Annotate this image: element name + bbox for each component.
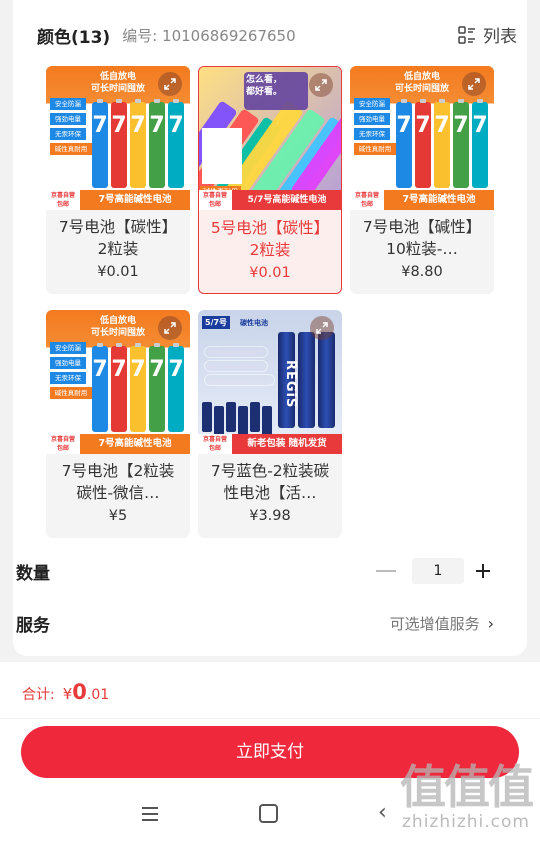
expand-image-icon[interactable] <box>309 73 333 97</box>
sku-option-price: ¥5 <box>108 508 128 524</box>
thumb-tag: 碱性真耐用 <box>50 387 92 399</box>
service-hint-text: 可选增值服务 <box>389 615 480 633</box>
service-row[interactable]: 服务 可选增值服务 › <box>16 608 498 638</box>
sku-option-price: ¥0.01 <box>249 265 291 281</box>
sku-option[interactable]: 怎么看，都好看。 碱性真耐用 京喜自营包邮 5/7号高能碱性电池5号电池【碳性】… <box>198 66 342 294</box>
total-label: 合计: <box>22 687 55 703</box>
recents-icon[interactable] <box>140 804 160 824</box>
sku-header: 颜色(13) 编号: 10106869267650 列表 <box>37 22 517 48</box>
thumb-tag: 碱性真耐用 <box>354 143 396 155</box>
thumb-tag: 持久电力/稳定电压 <box>204 360 269 372</box>
quantity-row: 数量 1 <box>16 556 498 586</box>
sku-option-price: ¥0.01 <box>97 264 139 280</box>
list-view-icon <box>458 25 475 44</box>
thumb-tag: 强劲电量 <box>50 113 86 125</box>
item-number: 编号: 10106869267650 <box>122 26 296 45</box>
sku-option-name: 7号电池【2粒装碳性-微信… <box>61 462 175 502</box>
sku-option-price: ¥3.98 <box>249 508 291 524</box>
watermark-big: 值值值 <box>400 760 534 814</box>
sku-option-name: 7号电池【碱性】10粒装-… <box>362 218 482 258</box>
color-title: 颜色(13) <box>37 27 111 48</box>
quantity-stepper: 1 <box>376 556 498 586</box>
thumb-tag: 强劲电量 <box>50 357 86 369</box>
thumb-tag: 无汞环保 <box>354 128 390 140</box>
sku-option[interactable]: 低自放电 可长时间囤放 7 7 7 7 7 安全防漏 强劲电量 无汞环保 碱性真耐用 京喜… <box>46 66 190 294</box>
total-currency: ¥ <box>62 685 73 703</box>
watermark-small: zhizhizhi.com <box>402 812 530 832</box>
home-icon[interactable] <box>259 804 278 823</box>
chevron-right-icon: › <box>487 614 494 633</box>
list-view-toggle[interactable]: 列表 <box>458 22 517 47</box>
thumb-tag: 碳性电池/性能稳定 <box>204 346 269 358</box>
thumb-tag: 安全防漏 <box>354 98 390 110</box>
thumb-tag: 强劲电量 <box>354 113 390 125</box>
back-icon[interactable]: ‹ <box>378 800 387 825</box>
quantity-input[interactable]: 1 <box>412 558 464 584</box>
list-view-label: 列表 <box>483 27 517 47</box>
decrement-button[interactable] <box>376 570 396 572</box>
total-integer: 0 <box>72 680 87 704</box>
increment-button[interactable] <box>468 556 498 586</box>
expand-image-icon[interactable] <box>158 316 182 340</box>
thumb-tag: 碱性真耐用 <box>50 143 92 155</box>
order-total: 合计: ¥ 0 .01 <box>22 680 109 704</box>
expand-image-icon[interactable] <box>158 72 182 96</box>
expand-image-icon[interactable] <box>462 72 486 96</box>
service-label: 服务 <box>16 615 50 636</box>
total-decimal: .01 <box>86 687 110 703</box>
expand-image-icon[interactable] <box>310 316 334 340</box>
watermark-logo: 值值值 zhizhizhi.com <box>400 760 534 832</box>
sku-option[interactable]: 5/7号 碳性电池 碳性电池/性能稳定 持久电力/稳定电压 极致性价比/经济实惠 R… <box>198 310 342 538</box>
divider <box>0 718 540 719</box>
sku-option-name: 7号电池【碳性】2粒装 <box>58 218 178 258</box>
sku-option-name: 5号电池【碳性】2粒装 <box>210 219 330 259</box>
sku-option-price: ¥8.80 <box>401 264 443 280</box>
sku-option-name: 7号蓝色-2粒装碳性电池【活… <box>210 462 330 502</box>
sku-option[interactable]: 低自放电 可长时间囤放 7 7 7 7 7 安全防漏 强劲电量 无汞环保 碱性真耐用 京喜… <box>350 66 494 294</box>
brand-logo: REGiS <box>283 360 298 409</box>
thumb-tag: 安全防漏 <box>50 342 86 354</box>
thumb-tag: 安全防漏 <box>50 98 86 110</box>
thumb-tag: 无汞环保 <box>50 372 86 384</box>
thumb-tag: 无汞环保 <box>50 128 86 140</box>
thumb-tag: 极致性价比/经济实惠 <box>204 374 275 386</box>
sku-option[interactable]: 低自放电 可长时间囤放 7 7 7 7 7 安全防漏 强劲电量 无汞环保 碱性真耐用 京喜… <box>46 310 190 538</box>
quantity-label: 数量 <box>16 563 50 584</box>
service-hint: 可选增值服务 › <box>390 613 494 634</box>
